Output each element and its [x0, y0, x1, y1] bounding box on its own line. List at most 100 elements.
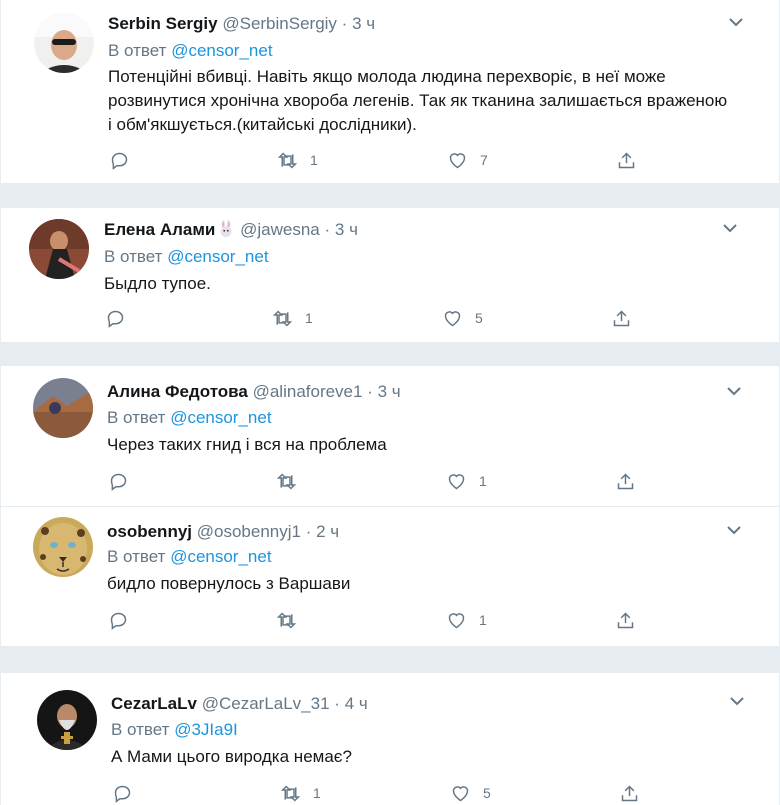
- retweet-button[interactable]: [276, 609, 309, 631]
- reply-icon: [111, 152, 128, 170]
- reply-button[interactable]: [108, 609, 129, 631]
- retweet-button[interactable]: 1: [277, 149, 318, 171]
- tweet-text: Через таких гнид і вся на проблема: [107, 435, 387, 454]
- feed-gap: [0, 646, 780, 672]
- rabbit-emoji-icon: [220, 220, 232, 238]
- reply-button[interactable]: [109, 149, 130, 171]
- author-handle[interactable]: @CezarLaLv_31: [202, 694, 330, 713]
- chevron-down-icon[interactable]: [728, 17, 744, 27]
- like-count: 1: [479, 612, 487, 628]
- retweet-count: 1: [305, 310, 313, 326]
- avatar[interactable]: [33, 378, 93, 438]
- chevron-down-icon[interactable]: [729, 696, 745, 706]
- timestamp[interactable]: 3 ч: [378, 382, 401, 401]
- retweet-icon: [276, 611, 297, 629]
- heart-icon: [452, 785, 469, 801]
- retweet-count: 1: [313, 785, 321, 801]
- like-count: 1: [479, 473, 487, 489]
- like-button[interactable]: 7: [447, 149, 488, 171]
- heart-icon: [448, 612, 465, 628]
- tweet-header: Serbin Sergiy @SerbinSergiy · 3 ч: [108, 13, 375, 35]
- tweet-text: Быдло тупое.: [104, 274, 211, 293]
- reply-prefix: В ответ: [111, 720, 170, 739]
- mention-link[interactable]: @censor_net: [170, 547, 271, 566]
- tweet-card[interactable]: Serbin Sergiy @SerbinSergiy · 3 ч В отве…: [0, 0, 780, 184]
- reply-icon: [107, 310, 124, 328]
- reply-button[interactable]: [108, 470, 129, 492]
- reply-icon: [114, 785, 131, 803]
- like-button[interactable]: 5: [442, 307, 483, 329]
- retweet-button[interactable]: [276, 470, 309, 492]
- author-name[interactable]: Serbin Sergiy: [108, 14, 218, 33]
- author-name[interactable]: Алина Федотова: [107, 382, 248, 401]
- reply-context: В ответ @censor_net: [108, 40, 273, 62]
- separator: ·: [334, 694, 340, 713]
- tweet-card[interactable]: Елена Алами @jawesna · 3 ч В ответ @cens…: [0, 207, 780, 343]
- author-handle[interactable]: @SerbinSergiy: [222, 14, 337, 33]
- chevron-down-icon[interactable]: [726, 386, 742, 396]
- retweet-icon: [272, 309, 293, 327]
- share-button[interactable]: [611, 307, 632, 329]
- reply-context: В ответ @3JIa9I: [111, 719, 238, 741]
- chevron-down-icon[interactable]: [722, 223, 738, 233]
- reply-prefix: В ответ: [107, 547, 166, 566]
- separator: ·: [305, 522, 312, 541]
- reply-button[interactable]: [105, 307, 126, 329]
- separator: ·: [341, 14, 348, 33]
- tweet-text: Потенційні вбивці. Навіть якщо молода лю…: [108, 67, 728, 134]
- reply-prefix: В ответ: [108, 41, 167, 60]
- avatar[interactable]: [34, 13, 94, 73]
- author-handle[interactable]: @jawesna: [240, 220, 320, 239]
- author-name[interactable]: Елена Алами: [104, 220, 215, 239]
- reply-context: В ответ @censor_net: [107, 407, 272, 429]
- reply-prefix: В ответ: [104, 247, 163, 266]
- heart-icon: [448, 473, 465, 489]
- reply-icon: [110, 473, 127, 491]
- avatar[interactable]: [37, 690, 97, 750]
- share-button[interactable]: [615, 609, 636, 631]
- author-handle[interactable]: @osobennyj1: [197, 522, 301, 541]
- retweet-icon: [280, 784, 301, 802]
- mention-link[interactable]: @censor_net: [167, 247, 268, 266]
- author-name[interactable]: osobennyj: [107, 522, 192, 541]
- share-button[interactable]: [619, 782, 640, 804]
- share-button[interactable]: [616, 149, 637, 171]
- feed-gap: [0, 184, 780, 207]
- mention-link[interactable]: @censor_net: [171, 41, 272, 60]
- retweet-button[interactable]: 1: [272, 307, 313, 329]
- tweet-header: Елена Алами @jawesna · 3 ч: [104, 219, 358, 241]
- heart-icon: [444, 310, 461, 326]
- timestamp[interactable]: 4 ч: [345, 694, 368, 713]
- share-button[interactable]: [615, 470, 636, 492]
- author-handle[interactable]: @alinaforeve1: [253, 382, 363, 401]
- like-button[interactable]: 1: [446, 609, 487, 631]
- reply-context: В ответ @censor_net: [104, 246, 269, 268]
- reply-context: В ответ @censor_net: [107, 546, 272, 568]
- reply-button[interactable]: [112, 782, 133, 804]
- retweet-button[interactable]: 1: [280, 782, 321, 804]
- share-icon: [613, 309, 630, 326]
- retweet-icon: [277, 151, 298, 169]
- tweet-thread-card: Алина Федотова @alinaforeve1 · 3 ч В отв…: [0, 365, 780, 647]
- reply-prefix: В ответ: [107, 408, 166, 427]
- avatar[interactable]: [29, 219, 89, 279]
- like-button[interactable]: 5: [450, 782, 491, 804]
- tweet-header: osobennyj @osobennyj1 · 2 ч: [107, 521, 339, 543]
- timestamp[interactable]: 3 ч: [335, 220, 358, 239]
- timestamp[interactable]: 3 ч: [352, 14, 375, 33]
- reply-icon: [110, 612, 127, 630]
- timestamp[interactable]: 2 ч: [316, 522, 339, 541]
- share-icon: [617, 472, 634, 489]
- mention-link[interactable]: @censor_net: [170, 408, 271, 427]
- share-icon: [618, 151, 635, 168]
- mention-link[interactable]: @3JIa9I: [174, 720, 238, 739]
- avatar[interactable]: [33, 517, 93, 577]
- like-count: 7: [480, 152, 488, 168]
- chevron-down-icon[interactable]: [726, 525, 742, 535]
- like-count: 5: [483, 785, 491, 801]
- like-button[interactable]: 1: [446, 470, 487, 492]
- author-name[interactable]: CezarLaLv: [111, 694, 197, 713]
- share-icon: [621, 784, 638, 801]
- tweet-header: CezarLaLv @CezarLaLv_31 · 4 ч: [111, 693, 368, 715]
- tweet-card[interactable]: CezarLaLv @CezarLaLv_31 · 4 ч В ответ @3…: [0, 672, 780, 805]
